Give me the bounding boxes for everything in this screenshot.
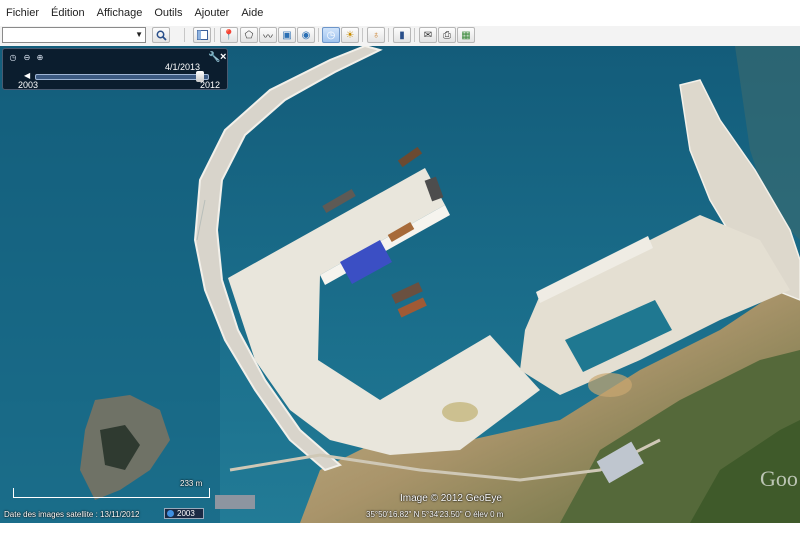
chevron-down-icon[interactable]: ▼ bbox=[135, 30, 143, 39]
menu-affichage[interactable]: Affichage bbox=[91, 0, 149, 26]
maps-icon: ▦ bbox=[461, 29, 471, 41]
overlay-button[interactable]: ▣ bbox=[278, 27, 296, 43]
close-icon[interactable]: × bbox=[220, 51, 226, 63]
polygon-button[interactable]: ⬠ bbox=[240, 27, 258, 43]
toolbar: ▼ 📍 ⬠ 〰 ▣ ◉ ◷ ☀ ♁ ▮ ✉ ⎙ ▦ bbox=[0, 26, 800, 47]
historical-year: 2003 bbox=[177, 509, 195, 518]
overlay-icon: ▣ bbox=[282, 29, 292, 41]
history-icon: ◷ bbox=[326, 29, 336, 41]
print-button[interactable]: ⎙ bbox=[438, 27, 456, 43]
scale-bar bbox=[13, 488, 210, 498]
imagery-date: Date des images satellite : 13/11/2012 bbox=[4, 510, 140, 519]
scale-label: 233 m bbox=[180, 479, 203, 488]
sun-button[interactable]: ☀ bbox=[341, 27, 359, 43]
print-icon: ⎙ bbox=[443, 29, 451, 41]
wrench-icon[interactable]: 🔧 bbox=[208, 52, 220, 63]
zoom-out-icon[interactable]: ⊖ bbox=[22, 52, 32, 62]
historical-imagery-badge[interactable]: 2003 bbox=[164, 508, 204, 519]
polygon-icon: ⬠ bbox=[244, 29, 254, 41]
search-icon bbox=[156, 30, 167, 41]
google-logo: Goo bbox=[760, 466, 798, 491]
menu-aide[interactable]: Aide bbox=[235, 0, 269, 26]
slider-date-label: 4/1/2013 bbox=[165, 62, 201, 72]
tour-icon: ◉ bbox=[301, 29, 311, 41]
satellite-map[interactable] bbox=[0, 46, 800, 523]
sun-icon: ☀ bbox=[345, 29, 355, 41]
search-button[interactable] bbox=[152, 27, 170, 43]
tour-button[interactable]: ◉ bbox=[297, 27, 315, 43]
email-button[interactable]: ✉ bbox=[419, 27, 437, 43]
menu-bar: Fichier Édition Affichage Outils Ajouter… bbox=[0, 0, 800, 26]
zoom-in-icon[interactable]: ⊕ bbox=[35, 52, 45, 62]
search-input[interactable] bbox=[3, 28, 133, 42]
sidebar-button[interactable] bbox=[193, 27, 211, 43]
menu-ajouter[interactable]: Ajouter bbox=[188, 0, 235, 26]
email-icon: ✉ bbox=[423, 29, 433, 41]
ruler-icon: ▮ bbox=[399, 29, 405, 41]
placemark-icon: 📍 bbox=[222, 29, 236, 41]
copyright-text: Image © 2012 GeoEye bbox=[400, 493, 502, 504]
clock-icon[interactable]: ◷ bbox=[8, 52, 18, 62]
slider-end-year: 2012 bbox=[200, 80, 221, 90]
harbor-satellite-image bbox=[0, 46, 800, 523]
menu-edition[interactable]: Édition bbox=[45, 0, 91, 26]
planets-icon: ♁ bbox=[372, 29, 380, 41]
step-back-icon[interactable]: ◀ bbox=[24, 71, 30, 80]
historical-imagery-slider: ◷ ⊖ ⊕ 🔧 × 4/1/2013 ◀ 2003 2012 bbox=[2, 48, 228, 90]
search-box[interactable]: ▼ bbox=[2, 27, 146, 43]
ruler-button[interactable]: ▮ bbox=[393, 27, 411, 43]
coordinates-readout: 35°50'16.82" N 5°34'23.50" O élev 0 m bbox=[366, 510, 504, 519]
planets-button[interactable]: ♁ bbox=[367, 27, 385, 43]
menu-fichier[interactable]: Fichier bbox=[0, 0, 45, 26]
sidebar-icon bbox=[196, 30, 208, 40]
slider-track[interactable] bbox=[35, 74, 209, 80]
google-maps-button[interactable]: ▦ bbox=[457, 27, 475, 43]
clock-icon bbox=[167, 510, 174, 517]
history-button[interactable]: ◷ bbox=[322, 27, 340, 43]
placemark-button[interactable]: 📍 bbox=[220, 27, 238, 43]
bottom-strip bbox=[0, 523, 800, 533]
path-button[interactable]: 〰 bbox=[259, 27, 277, 43]
path-icon: 〰 bbox=[263, 31, 273, 43]
slider-start-year: 2003 bbox=[18, 80, 39, 90]
menu-outils[interactable]: Outils bbox=[148, 0, 188, 26]
